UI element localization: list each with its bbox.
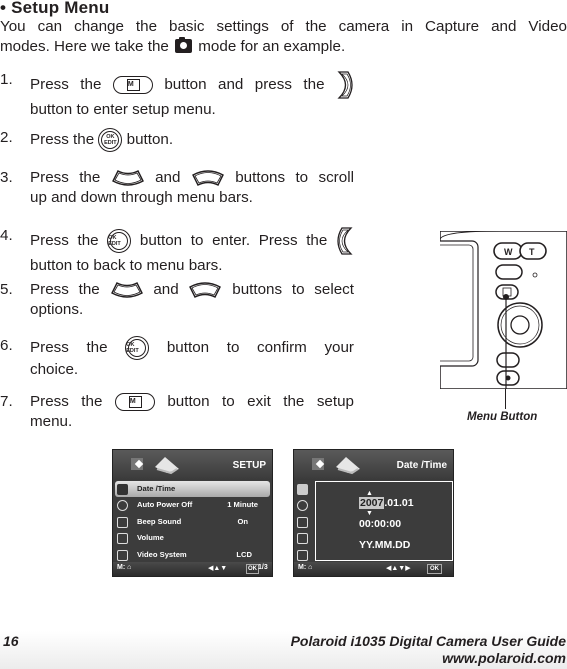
svg-text:T: T: [529, 247, 535, 257]
month-day-field[interactable]: .01.01: [384, 497, 413, 509]
playback-button: [496, 352, 520, 368]
step-text: choice.: [30, 361, 79, 378]
step-number: 1.: [0, 71, 13, 88]
delete-down-button-icon: [191, 169, 225, 187]
side-menu-icons: [296, 481, 310, 566]
step-text: and: [155, 169, 181, 186]
decrease-arrow[interactable]: ▼: [366, 510, 373, 517]
step-number: 4.: [0, 227, 13, 244]
increase-arrow[interactable]: ▲: [366, 490, 373, 497]
page-indicator: 1/3: [258, 564, 268, 571]
menu-home-hint: M: ⌂: [117, 564, 132, 571]
step-text: button to back to menu bars.: [30, 257, 223, 274]
step-text: buttons to select: [232, 281, 354, 298]
step-text: Press the: [30, 169, 101, 186]
step-text: Press the: [30, 131, 95, 149]
step-text: Press the: [30, 281, 100, 298]
page-number: 16: [3, 633, 19, 649]
navigation-arrows: ◀▲▼: [208, 565, 228, 572]
ok-edit-button-icon: OK EDIT: [107, 229, 132, 253]
menu-row-beep-sound[interactable]: Beep Sound On: [115, 514, 270, 530]
intro-line-2b: mode for an example.: [194, 38, 346, 55]
ok-edit-button-icon: OK EDIT: [98, 128, 123, 152]
date-time-icon: [297, 484, 308, 495]
step-text: up and down through menu bars.: [30, 189, 253, 206]
date-time-screen: Date /Time ▲ 2007.01.01 ▼ 00:00:00 YY.MM…: [293, 449, 454, 577]
callout-line-extension: [505, 389, 507, 409]
step-number: 5.: [0, 281, 13, 298]
volume-bars-icon: [297, 533, 308, 545]
mode-button: [495, 264, 523, 280]
time-value[interactable]: 00:00:00: [359, 518, 401, 530]
step-text: Press the: [30, 232, 99, 250]
svg-text:W: W: [504, 247, 513, 257]
step-text: Press the: [30, 339, 108, 357]
website-link[interactable]: www.polaroid.com: [442, 650, 566, 666]
lcd-footer: M: ⌂ ◀▲▼ OK 1/3: [113, 562, 272, 576]
setup-mode-icons: [131, 457, 179, 475]
menu-button-icon: [114, 392, 155, 411]
speaker-icon: [117, 516, 128, 528]
volume-bars-icon: [117, 533, 128, 545]
screen-title: Date /Time: [396, 460, 447, 471]
step-number: 2.: [0, 129, 13, 146]
screen-title: SETUP: [232, 460, 266, 471]
date-time-editor: ▲ 2007.01.01 ▼ 00:00:00 YY.MM.DD: [315, 481, 453, 561]
lcd-header: SETUP: [113, 450, 272, 480]
step-number: 3.: [0, 169, 13, 186]
step-text: Press the: [30, 393, 103, 410]
lcd-screen-outline: [440, 240, 479, 367]
self-timer-up-button-icon: [110, 281, 144, 299]
lcd-header: Date /Time: [294, 450, 453, 480]
power-icon: [117, 500, 128, 512]
ok-edit-button-icon: OK EDIT: [125, 336, 150, 360]
intro-line-1: You can change the basic settings of the…: [0, 18, 567, 35]
delete-down-button-icon: [188, 281, 222, 299]
flash-right-button-icon: [336, 70, 354, 100]
step-text: button and press the: [164, 76, 325, 94]
tv-icon: [297, 549, 308, 561]
menu-button-icon: [112, 76, 153, 94]
power-icon: [297, 500, 308, 512]
step-text: and: [153, 281, 179, 298]
step-number: 6.: [0, 337, 13, 354]
menu-home-hint: M: ⌂: [298, 564, 313, 571]
step-text: button.: [126, 131, 174, 149]
intro-line-2a: modes. Here we take the: [0, 38, 174, 55]
step-text: button to confirm your: [166, 339, 354, 357]
macro-left-button-icon: [336, 226, 354, 256]
step-text: buttons to scroll: [235, 169, 354, 186]
menu-button-caption: Menu Button: [467, 411, 538, 423]
date-format-value[interactable]: YY.MM.DD: [359, 539, 410, 551]
step-text: options.: [30, 301, 84, 318]
setup-mode-icons: [312, 457, 360, 475]
setup-menu-list: Date /Time Auto Power Off 1 Minute Beep S…: [115, 481, 270, 563]
setup-menu-screen: SETUP Date /Time Auto Power Off 1 Minute …: [112, 449, 273, 577]
date-time-icon: [117, 484, 128, 495]
step-number: 7.: [0, 393, 13, 410]
step-text: button to enter setup menu.: [30, 101, 216, 118]
date-value: 2007.01.01: [359, 497, 414, 509]
year-field[interactable]: 2007: [359, 497, 385, 509]
step-text: Press the: [30, 76, 102, 94]
navigation-arrows: ◀▲▼▶: [386, 565, 411, 572]
self-timer-up-button-icon: [111, 169, 145, 187]
step-text: button to exit the setup: [167, 393, 354, 410]
tv-icon: [117, 549, 128, 561]
ok-icon: OK: [427, 564, 442, 574]
menu-row-volume[interactable]: Volume: [115, 530, 270, 546]
intro-paragraph: You can change the basic settings of the…: [0, 17, 567, 57]
menu-row-auto-power-off[interactable]: Auto Power Off 1 Minute: [115, 497, 270, 513]
camera-back-illustration: W T: [440, 231, 567, 389]
menu-row-video-system[interactable]: Video System LCD: [115, 547, 270, 563]
section-heading: • Setup Menu: [0, 0, 110, 17]
menu-row-date-time[interactable]: Date /Time: [115, 481, 270, 498]
ok-center-button: [510, 315, 530, 335]
step-text: button to enter. Press the: [139, 232, 328, 250]
camera-mode-icon: [175, 37, 193, 53]
guide-title: Polaroid i1035 Digital Camera User Guide: [290, 633, 566, 649]
speaker-icon: [297, 516, 308, 528]
lcd-footer: M: ⌂ ◀▲▼▶ OK: [294, 562, 453, 576]
step-text: menu.: [30, 413, 73, 430]
